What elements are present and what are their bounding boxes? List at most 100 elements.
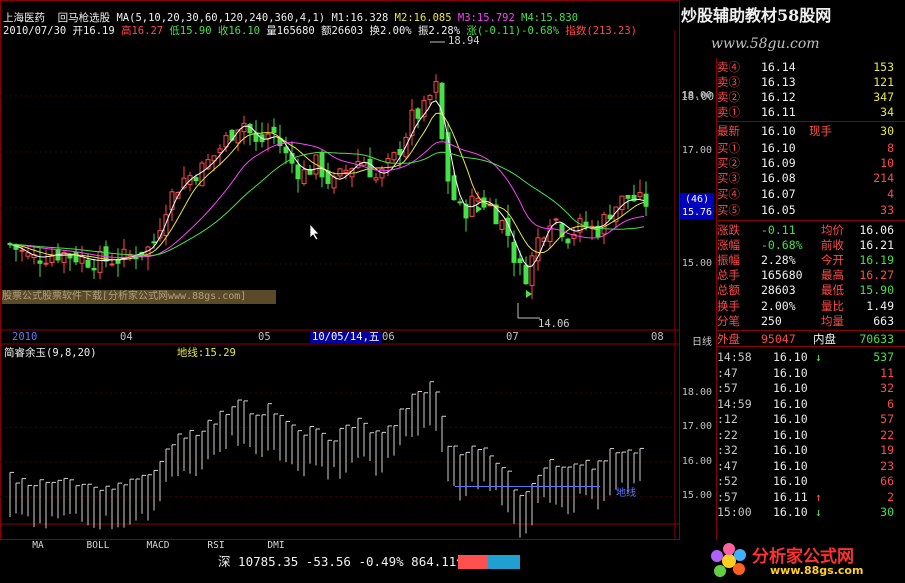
outer-inner-row: 外盘 95047 内盘 70633 (717, 332, 902, 346)
cursor-date-label: 10/05/14,五 (310, 331, 382, 344)
ma-params: MA(5,10,20,30,60,120,240,360,4,1) (116, 12, 326, 24)
ask-label: 卖① (717, 105, 740, 119)
bid-price: 16.08 (761, 171, 796, 185)
tab-dmi[interactable]: DMI (258, 540, 294, 552)
high-annotation: 18.94 (448, 35, 480, 47)
index-change: -53.56 (305, 554, 351, 569)
bid-volume: 214 (873, 171, 894, 185)
ma1-value: M1:16.328 (331, 12, 389, 24)
ask-volume: 121 (873, 75, 894, 89)
divider (716, 346, 905, 347)
bottom-bar: MA BOLL MACD RSI DMI 深 10785.35 -53.56 -… (0, 540, 905, 583)
tab-rsi[interactable]: RSI (198, 540, 234, 552)
candle-body (193, 177, 199, 182)
time-label: 07 (506, 331, 519, 343)
ask-price: 16.13 (761, 75, 796, 89)
bid-label: 买② (717, 156, 740, 170)
stat-label: 总手 (717, 268, 740, 282)
header-index: 指数(213.23) (565, 25, 637, 37)
candle-body (319, 152, 325, 178)
tick-volume: 19 (880, 443, 894, 457)
candle-body (115, 259, 121, 264)
ask-price: 16.11 (761, 105, 796, 119)
hand-label: 现手 (809, 124, 832, 138)
sub-indicator-params: (9,8,20) (46, 347, 97, 359)
tick-time: :47 (717, 365, 738, 380)
tick-row: :52 16.10 66 (717, 474, 902, 490)
latest-row[interactable]: 最新 16.10 现手 30 (717, 124, 902, 138)
tab-ma[interactable]: MA (20, 540, 56, 552)
tick-row: :22 16.10 22 (717, 428, 902, 444)
watermark-url: www.58gu.com (711, 36, 820, 52)
quote-panel: 炒股辅助教材58股网 www.58gu.com 卖④ 16.14 153 卖③ 16.… (681, 0, 905, 540)
bid-row-3[interactable]: 买③ 16.08 214 (717, 171, 902, 185)
stat-value: -0.68% (761, 238, 803, 252)
ma3-value: M3:15.792 (457, 12, 515, 24)
tick-volume: 57 (880, 412, 894, 426)
bid-row-1[interactable]: 买① 16.10 8 (717, 141, 902, 155)
ground-line-label: 地线 (616, 488, 636, 499)
buy-signal-icon (526, 290, 532, 298)
tick-price: 16.10 (773, 427, 808, 442)
market-label: 深 (218, 554, 231, 569)
tick-price: 16.10 (773, 458, 808, 473)
bid-row-5[interactable]: 买⑤ 16.05 33 (717, 203, 902, 217)
stat-row: 换手 2.00% 量比 1.49 (717, 299, 902, 313)
candle-body (97, 251, 103, 273)
stat-label: 总额 (717, 283, 740, 297)
tab-macd[interactable]: MACD (138, 540, 178, 552)
chart-canvas[interactable] (0, 0, 680, 540)
candle-body (625, 194, 631, 199)
kline-chart-area[interactable]: 上海医药 回马枪选股 MA(5,10,20,30,60,120,240,360,… (0, 0, 714, 540)
bid-price: 16.07 (761, 187, 796, 201)
stat-label: 最低 (821, 283, 844, 297)
tab-boll[interactable]: BOLL (78, 540, 118, 552)
candle-body (217, 148, 223, 153)
bid-row-2[interactable]: 买② 16.09 10 (717, 156, 902, 170)
candle-body (439, 82, 445, 140)
ask-row-4[interactable]: 卖④ 16.14 153 (717, 60, 902, 74)
candle-body (151, 241, 157, 244)
ask-label: 卖③ (717, 75, 740, 89)
bid-volume: 33 (880, 203, 894, 217)
tick-volume: 30 (880, 505, 894, 519)
sub-indicator-name: 简睿余玉 (4, 347, 46, 359)
tick-arrow-icon: ↓ (815, 350, 822, 364)
candle-body (517, 258, 523, 263)
tick-price: 16.10 (773, 505, 808, 519)
ask-row-3[interactable]: 卖③ 16.13 121 (717, 75, 902, 89)
header-high: 高16.27 (120, 25, 164, 37)
ask-row-2[interactable]: 卖② 16.12 347 (717, 90, 902, 104)
tick-price: 16.10 (773, 365, 808, 380)
bid-price: 16.09 (761, 156, 796, 170)
candle-body (457, 201, 463, 204)
divider (716, 220, 905, 221)
ask-row-1[interactable]: 卖① 16.11 34 (717, 105, 902, 119)
candle-body (109, 263, 115, 266)
stock-name: 上海医药 (3, 12, 45, 24)
tick-volume: 22 (880, 427, 894, 442)
chart-header-line1: 上海医药 回马枪选股 MA(5,10,20,30,60,120,240,360,… (3, 12, 578, 24)
bid-row-4[interactable]: 买④ 16.07 4 (717, 187, 902, 201)
chart-header-line2: 2010/07/30 开16.19 高16.27 低15.90 收16.10 量… (3, 25, 637, 37)
market-status[interactable]: 深 10785.35 -53.56 -0.49% 864.11亿 (218, 555, 469, 569)
market-breadth-bar (458, 555, 520, 569)
tick-price: 16.10 (773, 350, 808, 364)
candle-body (643, 193, 649, 207)
time-label: 04 (120, 331, 133, 343)
divider (716, 330, 905, 331)
stat-label: 分笔 (717, 314, 740, 328)
stat-row: 分笔 250 均量 663 (717, 314, 902, 328)
ask-label: 卖④ (717, 60, 740, 74)
latest-label: 最新 (717, 124, 740, 138)
candle-body (565, 238, 571, 244)
download-notice[interactable]: 股票公式股票软件下载[分析家公式网www.88gs.com] (2, 290, 276, 304)
ma2-value: M2:16.085 (394, 12, 452, 24)
outer-label: 外盘 (717, 332, 740, 346)
bid-volume: 8 (887, 141, 894, 155)
tick-arrow-icon: ↑ (815, 489, 822, 504)
stat-label: 最高 (821, 268, 844, 282)
stat-label: 振幅 (717, 253, 740, 267)
tick-price: 16.10 (773, 443, 808, 457)
inner-value: 70633 (859, 332, 894, 346)
